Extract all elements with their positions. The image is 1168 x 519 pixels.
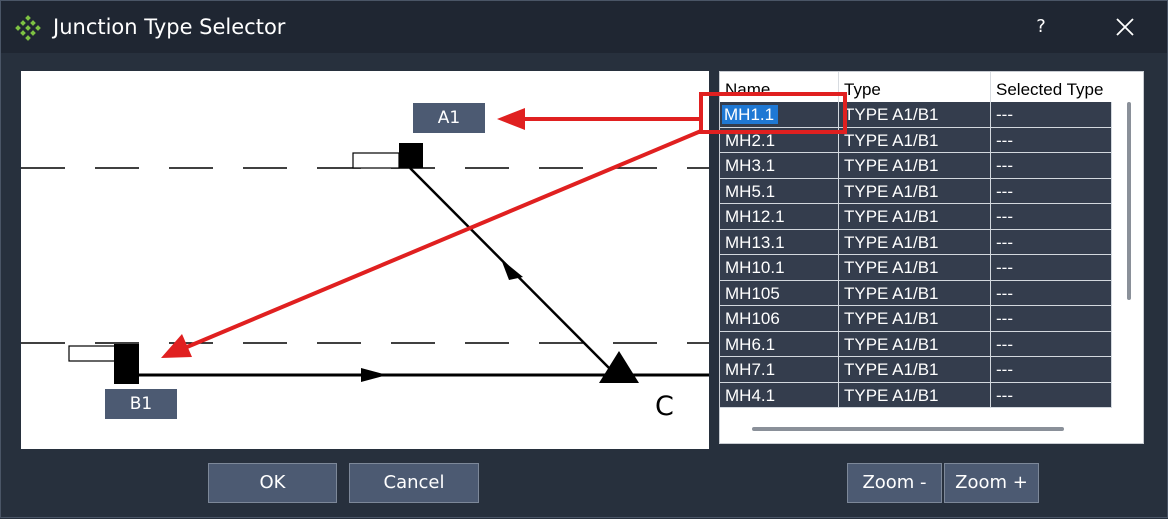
cell-name[interactable]: MH105 [720,280,839,306]
table-row[interactable]: MH5.1 TYPE A1/B1 --- [720,178,1112,204]
cell-selected-type[interactable]: --- [991,153,1112,179]
table-row[interactable]: MH105 TYPE A1/B1 --- [720,280,1112,306]
vertical-scrollbar[interactable] [1127,102,1131,300]
column-header-selected-type[interactable]: Selected Type [991,72,1112,102]
cell-type[interactable]: TYPE A1/B1 [839,178,991,204]
cancel-button[interactable]: Cancel [349,463,479,503]
ok-button[interactable]: OK [208,463,337,503]
help-button[interactable]: ? [1021,9,1061,45]
cell-name[interactable]: MH6.1 [720,331,839,357]
cell-name[interactable]: MH12.1 [720,204,839,230]
cell-selected-type[interactable]: --- [991,255,1112,281]
table-row[interactable]: MH10.1 TYPE A1/B1 --- [720,255,1112,281]
cell-type[interactable]: TYPE A1/B1 [839,102,991,128]
cell-type[interactable]: TYPE A1/B1 [839,357,991,383]
cell-name[interactable]: MH7.1 [720,357,839,383]
cell-name[interactable]: MH3.1 [720,153,839,179]
cell-selected-type[interactable]: --- [991,102,1112,128]
junction-c-marker [599,351,639,383]
cell-name[interactable]: MH106 [720,306,839,332]
column-header-name[interactable]: Name [720,72,839,102]
table-row[interactable]: MH2.1 TYPE A1/B1 --- [720,127,1112,153]
table-row[interactable]: MH4.1 TYPE A1/B1 --- [720,382,1112,408]
cell-name[interactable]: MH4.1 [720,382,839,408]
cell-type[interactable]: TYPE A1/B1 [839,255,991,281]
horizontal-scrollbar[interactable] [752,427,1064,431]
table-row[interactable]: MH6.1 TYPE A1/B1 --- [720,331,1112,357]
path-a1-c-arrow [501,259,523,280]
junction-table[interactable]: Name Type Selected Type MH1.1 TYPE A1/B1-… [719,71,1144,444]
cell-selected-type[interactable]: --- [991,306,1112,332]
table-header: Name Type Selected Type [720,72,1112,102]
cell-selected-type[interactable]: --- [991,382,1112,408]
cell-name[interactable]: MH5.1 [720,178,839,204]
cell-name[interactable]: MH2.1 [720,127,839,153]
zoom-in-button[interactable]: Zoom + [944,463,1039,503]
cell-selected-type[interactable]: --- [991,331,1112,357]
table-row[interactable]: MH106 TYPE A1/B1 --- [720,306,1112,332]
junction-diagram: A1 B1 C [21,71,709,449]
path-b1-c-arrow [361,368,387,382]
column-header-type[interactable]: Type [839,72,991,102]
close-icon[interactable] [1105,9,1145,45]
table-row[interactable]: MH12.1 TYPE A1/B1 --- [720,204,1112,230]
cell-type[interactable]: TYPE A1/B1 [839,306,991,332]
cell-name[interactable]: MH13.1 [720,229,839,255]
table-row[interactable]: MH3.1 TYPE A1/B1 --- [720,153,1112,179]
table-row[interactable]: MH13.1 TYPE A1/B1 --- [720,229,1112,255]
junction-label-b1[interactable]: B1 [105,389,177,419]
zoom-out-button[interactable]: Zoom - [847,463,942,503]
cell-name[interactable]: MH10.1 [720,255,839,281]
title-bar: Junction Type Selector ? [1,1,1167,53]
cell-type[interactable]: TYPE A1/B1 [839,204,991,230]
junction-b1-marker [114,344,139,384]
cell-type[interactable]: TYPE A1/B1 [839,382,991,408]
table-row[interactable]: MH1.1 TYPE A1/B1 --- [720,102,1112,128]
cell-selected-type[interactable]: --- [991,357,1112,383]
app-icon [15,15,41,41]
junction-label-a1[interactable]: A1 [413,103,485,133]
cell-type[interactable]: TYPE A1/B1 [839,127,991,153]
junction-type-selector-dialog: Junction Type Selector ? A1 B1 C Name Ty… [0,0,1168,518]
cell-selected-type[interactable]: --- [991,178,1112,204]
table-row[interactable]: MH7.1 TYPE A1/B1 --- [720,357,1112,383]
junction-label-c: C [655,391,674,422]
table-viewport: Name Type Selected Type MH1.1 TYPE A1/B1-… [720,72,1112,412]
cell-type[interactable]: TYPE A1/B1 [839,280,991,306]
cell-selected-type[interactable]: --- [991,204,1112,230]
cell-type[interactable]: TYPE A1/B1 [839,153,991,179]
junction-b1-outline [68,345,116,362]
cell-selected-type[interactable]: --- [991,229,1112,255]
cell-name[interactable]: MH1.1 [720,102,839,128]
table-body: MH1.1 TYPE A1/B1 --- MH2.1 TYPE A1/B1 --- MH3.… [720,102,1112,408]
cell-type[interactable]: TYPE A1/B1 [839,331,991,357]
cell-selected-type[interactable]: --- [991,127,1112,153]
junction-a1-outline [352,152,400,169]
window-title: Junction Type Selector [53,15,286,39]
cell-selected-type[interactable]: --- [991,280,1112,306]
cell-type[interactable]: TYPE A1/B1 [839,229,991,255]
junction-a1-marker [399,143,423,168]
